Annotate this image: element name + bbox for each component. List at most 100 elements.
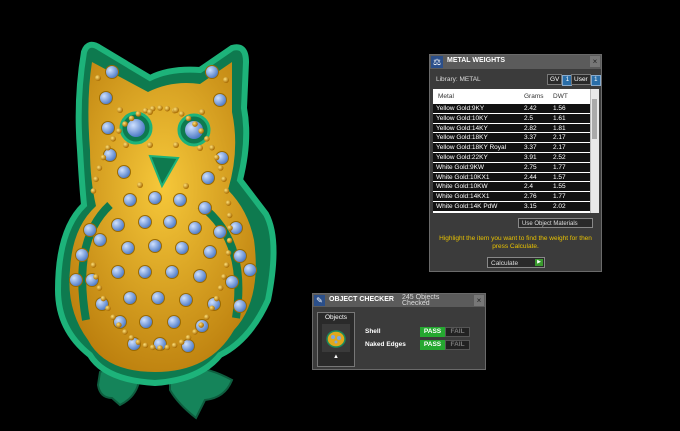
collapse-arrow-icon[interactable]: ▲ <box>318 354 354 360</box>
scrollbar-thumb[interactable] <box>592 99 597 139</box>
gold-bead <box>192 121 198 127</box>
dwt-cell: 1.77 <box>553 163 566 171</box>
table-row[interactable]: White Gold:10KX1 2.44 1.57 <box>433 172 590 182</box>
grams-cell: 2.42 <box>524 105 537 112</box>
table-row[interactable]: Yellow Gold:10KY 2.5 1.61 <box>433 113 590 123</box>
gem-stone <box>111 218 125 232</box>
table-row[interactable]: Yellow Gold:9KY 2.42 1.56 <box>433 104 590 113</box>
gold-bead <box>128 334 135 341</box>
gold-bead <box>116 128 122 134</box>
object-checker-title: OBJECT CHECKER <box>329 296 394 303</box>
gem-stone <box>205 65 219 79</box>
gold-bead <box>171 342 178 349</box>
metal-table-body: Yellow Gold:9KY 2.42 1.56 Yellow Gold:10KY 2… <box>433 104 590 212</box>
gem-stone <box>148 239 162 253</box>
metal-cell: Yellow Gold:18KY Royal <box>436 144 507 152</box>
gold-bead <box>173 107 179 113</box>
grams-cell: 3.37 <box>524 134 537 142</box>
user-value[interactable]: 1 <box>590 75 601 86</box>
gem-stone <box>193 269 207 283</box>
user-toggle[interactable]: User 1 <box>571 74 601 86</box>
grams-cell: 3.91 <box>524 153 537 161</box>
close-button[interactable]: × <box>590 56 600 67</box>
calculate-hint: Highlight the item you want to find the … <box>439 235 592 250</box>
column-header-grams[interactable]: Grams <box>524 93 544 100</box>
gem-stone <box>117 165 131 179</box>
check-name: Shell <box>365 328 381 335</box>
gold-bead <box>209 305 215 312</box>
close-button[interactable]: × <box>474 295 484 306</box>
calculate-button[interactable]: Calculate ▶ <box>487 257 545 268</box>
table-row[interactable]: White Gold:14K PdW 3.15 2.02 <box>433 201 590 211</box>
gem-stone <box>75 248 89 262</box>
gold-bead <box>178 111 185 117</box>
library-label: Library: METAL <box>436 76 481 83</box>
gem-stone <box>201 171 215 185</box>
use-object-materials-dropdown[interactable]: Use Object Materials <box>518 218 593 228</box>
gem-stone <box>213 93 227 107</box>
column-header-dwt[interactable]: DWT <box>553 93 568 100</box>
object-checker-titlebar[interactable]: ✎ OBJECT CHECKER 245 Objects Checked × <box>313 294 485 307</box>
pass-button[interactable]: PASS <box>420 327 445 337</box>
fail-button[interactable]: FAIL <box>445 327 470 337</box>
gold-bead <box>157 345 163 351</box>
gold-bead <box>123 142 129 148</box>
gold-bead <box>204 136 210 142</box>
table-scrollbar[interactable] <box>590 89 599 213</box>
gold-bead <box>199 109 205 115</box>
grams-cell: 2.4 <box>524 183 534 191</box>
table-row[interactable]: White Gold:14KX1 2.76 1.77 <box>433 192 590 201</box>
gold-bead <box>178 339 185 345</box>
gold-bead <box>117 107 123 113</box>
gem-stone <box>203 245 217 259</box>
gem-stone <box>123 291 137 305</box>
grams-cell: 3.37 <box>524 144 537 152</box>
gold-bead <box>122 121 128 127</box>
metal-weights-titlebar[interactable]: ⚖ METAL WEIGHTS × <box>430 55 601 69</box>
metal-cell: Yellow Gold:22KY <box>436 153 488 161</box>
metal-table: Metal Grams DWT Yellow Gold:9KY 2.42 1.56 Y… <box>433 89 599 213</box>
gold-bead <box>192 329 198 335</box>
objects-label: Objects <box>324 314 348 321</box>
table-row[interactable]: Yellow Gold:14KY 2.82 1.81 <box>433 123 590 133</box>
gold-bead <box>227 225 233 231</box>
gem-stone <box>103 148 117 162</box>
object-thumbnail <box>322 324 350 352</box>
calculate-label: Calculate <box>491 260 519 267</box>
gold-bead <box>223 262 230 268</box>
table-row[interactable]: Yellow Gold:18KY 3.37 2.17 <box>433 133 590 143</box>
gold-bead <box>100 295 107 302</box>
gold-bead <box>217 285 224 291</box>
metal-cell: Yellow Gold:9KY <box>436 105 485 112</box>
pass-button[interactable]: PASS <box>420 340 445 350</box>
gv-toggle[interactable]: GV 1 <box>547 74 573 86</box>
table-row[interactable]: Yellow Gold:18KY Royal 3.37 2.17 <box>433 143 590 152</box>
gv-label: GV <box>547 74 563 85</box>
metal-weights-panel: ⚖ METAL WEIGHTS × Library: METAL GV 1 Use… <box>429 54 602 272</box>
gold-bead <box>198 128 204 134</box>
gold-bead <box>110 136 116 142</box>
gem-stone <box>167 315 181 329</box>
fail-button[interactable]: FAIL <box>445 340 470 350</box>
owl-pendant-render <box>54 41 277 420</box>
metal-cell: White Gold:14KX1 <box>436 193 490 201</box>
gold-bead <box>221 176 227 182</box>
gold-bead <box>204 314 210 320</box>
object-checker-panel: ✎ OBJECT CHECKER 245 Objects Checked × O… <box>312 293 486 370</box>
table-row[interactable]: Yellow Gold:22KY 3.91 2.52 <box>433 152 590 162</box>
gem-stone <box>165 265 179 279</box>
gold-bead <box>105 305 111 312</box>
table-row[interactable]: White Gold:10KW 2.4 1.55 <box>433 182 590 192</box>
gem-stone <box>93 233 107 247</box>
column-header-metal[interactable]: Metal <box>438 93 454 100</box>
grams-cell: 2.75 <box>524 163 537 171</box>
gem-stone <box>105 65 119 79</box>
dwt-cell: 1.61 <box>553 114 566 122</box>
play-arrow-icon: ▶ <box>535 259 543 266</box>
scale-icon: ⚖ <box>431 56 443 68</box>
gem-stone <box>121 241 135 255</box>
gem-stone <box>123 193 137 207</box>
objects-preview[interactable]: Objects ▲ <box>317 312 355 367</box>
table-row[interactable]: White Gold:9KW 2.75 1.77 <box>433 162 590 172</box>
grams-cell: 2.82 <box>524 124 537 132</box>
